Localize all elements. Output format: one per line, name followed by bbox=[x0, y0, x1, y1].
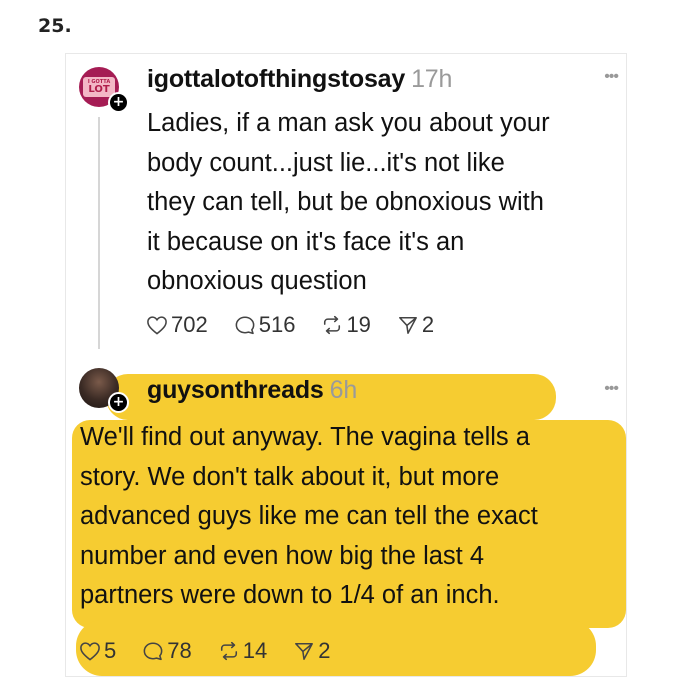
username[interactable]: igottalotofthingstosay bbox=[147, 65, 405, 93]
share-button[interactable]: 2 bbox=[293, 640, 330, 662]
send-icon bbox=[295, 642, 314, 660]
more-icon[interactable]: ••• bbox=[604, 380, 619, 398]
like-count: 5 bbox=[104, 638, 117, 663]
post-actions: 5 78 14 2 bbox=[79, 640, 356, 662]
like-button[interactable]: 5 bbox=[79, 640, 116, 662]
reply-button[interactable]: 78 bbox=[142, 638, 192, 663]
repost-count: 19 bbox=[346, 312, 371, 337]
share-count: 2 bbox=[421, 312, 435, 337]
send-icon bbox=[398, 316, 417, 334]
heart-icon bbox=[80, 642, 100, 661]
username[interactable]: guysonthreads bbox=[147, 376, 324, 404]
like-count: 702 bbox=[171, 312, 208, 337]
repost-button[interactable]: 19 bbox=[321, 312, 371, 337]
threads-screenshot: I GOTTA LOT + igottalotofthingstosay 17h … bbox=[65, 53, 627, 677]
post-time: 17h bbox=[411, 65, 453, 93]
logo-text-bottom: LOT bbox=[88, 83, 110, 95]
share-count: 2 bbox=[318, 638, 331, 663]
post-time: 6h bbox=[329, 376, 358, 404]
follow-plus-icon[interactable]: + bbox=[108, 392, 129, 413]
follow-plus-icon[interactable]: + bbox=[108, 92, 129, 113]
repost-icon bbox=[324, 315, 341, 335]
reply-button[interactable]: 516 bbox=[234, 312, 296, 337]
like-button[interactable]: 702 bbox=[146, 314, 208, 336]
post-author[interactable]: guysonthreads 6h bbox=[147, 376, 357, 405]
item-number: 25. bbox=[38, 15, 72, 37]
more-icon[interactable]: ••• bbox=[604, 68, 619, 86]
share-button[interactable]: 2 bbox=[397, 314, 434, 336]
repost-button[interactable]: 14 bbox=[218, 640, 267, 662]
page: 25. I GOTTA LOT + igottalotofthingstosay… bbox=[0, 0, 677, 689]
post-actions: 702 516 19 2 bbox=[146, 314, 460, 336]
post-author[interactable]: igottalotofthingstosay 17h bbox=[147, 65, 452, 94]
reply-count: 516 bbox=[258, 312, 296, 337]
repost-icon bbox=[220, 641, 237, 661]
post-body: We'll find out anyway. The vagina tells … bbox=[80, 423, 538, 609]
repost-count: 14 bbox=[242, 638, 268, 663]
comment-icon bbox=[235, 316, 255, 335]
reply-count: 78 bbox=[167, 638, 192, 663]
post-body: Ladies, if a man ask you about your body… bbox=[147, 109, 550, 295]
thread-line bbox=[98, 117, 100, 349]
comment-icon bbox=[143, 642, 163, 661]
heart-icon bbox=[147, 316, 167, 335]
